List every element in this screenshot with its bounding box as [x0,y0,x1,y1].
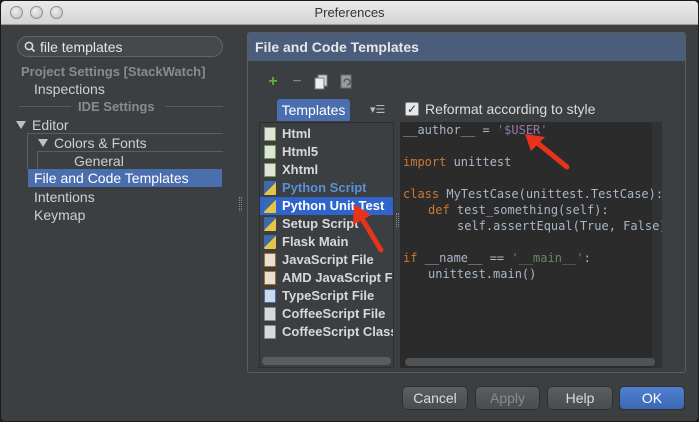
javascript-file-icon [264,271,276,285]
tree-item-colors-fonts-label: Colors & Fonts [54,135,147,151]
html-file-icon [264,163,276,177]
template-list-item[interactable]: Html5 [260,143,393,161]
template-list-item-label: CoffeeScript Class [282,324,394,339]
template-list-item[interactable]: TypeScript File [260,287,393,305]
ide-settings-header: IDE Settings [78,99,155,114]
typescript-file-icon [264,289,276,303]
annotation-arrow-icon [353,204,384,253]
template-list-item-label: Setup Script [282,216,359,231]
tree-guide [37,151,223,169]
title-bar: Preferences [1,1,698,25]
template-list-item-label: Xhtml [282,162,319,177]
cancel-button[interactable]: Cancel [402,386,468,410]
project-settings-header: Project Settings [StackWatch] [21,64,206,79]
tree-item-colors-fonts[interactable]: Colors & Fonts [38,134,147,152]
template-list-item[interactable]: Html [260,125,393,143]
settings-search-input[interactable]: file templates [17,36,223,57]
template-list-item[interactable]: CoffeeScript Class [260,323,394,341]
tree-item-inspections[interactable]: Inspections [34,80,105,98]
list-editor-splitter[interactable] [396,213,399,227]
template-list-item[interactable]: CoffeeScript File [260,305,393,323]
editor-vertical-scrollbar[interactable] [652,122,662,368]
reformat-checkbox[interactable]: ✓ [405,102,419,116]
reset-template-icon[interactable] [338,73,354,91]
annotation-arrow-icon [525,134,570,170]
file-code-templates-panel: File and Code Templates + − Templates ▾☰… [247,32,686,373]
ok-button[interactable]: OK [619,386,685,410]
tree-item-keymap[interactable]: Keymap [34,206,85,224]
sidebar-splitter[interactable] [239,197,242,211]
divider [165,106,223,107]
code-line: if __name__ == '__main__': [403,251,591,265]
html-file-icon [264,127,276,141]
reformat-label: Reformat according to style [425,101,596,117]
tree-item-file-code-templates[interactable]: File and Code Templates [28,169,222,187]
coffeescript-file-icon [264,325,276,339]
javascript-file-icon [264,253,276,267]
apply-button[interactable]: Apply [475,386,540,410]
python-file-icon [264,235,276,249]
template-list-item[interactable]: Python Script [260,179,393,197]
preferences-window: Preferences file templates Project Setti… [0,0,699,422]
html-file-icon [264,145,276,159]
template-list-item-label: TypeScript File [282,288,375,303]
tree-item-editor[interactable]: Editor [16,116,69,134]
template-list-item-label: Html [282,126,311,141]
template-list-item-label: CoffeeScript File [282,306,386,321]
tabs-menu-icon[interactable]: ▾☰ [370,103,394,117]
expand-triangle-icon[interactable] [38,139,48,147]
reformat-checkbox-row[interactable]: ✓ Reformat according to style [405,99,595,119]
tree-item-general[interactable]: General [74,152,124,170]
tab-templates[interactable]: Templates [277,99,350,121]
add-template-icon[interactable]: + [265,73,281,91]
python-file-icon [264,217,276,231]
list-horizontal-scrollbar[interactable] [262,357,391,365]
code-line: self.assertEqual(True, False) [457,219,662,233]
code-line: class MyTestCase(unittest.TestCase): [403,187,662,201]
help-button[interactable]: Help [547,386,613,410]
search-input-value: file templates [40,39,123,55]
copy-template-icon[interactable] [313,73,329,91]
remove-template-icon[interactable]: − [289,73,305,91]
python-file-icon [264,199,276,213]
tree-item-editor-label: Editor [32,117,69,133]
code-line: import unittest [403,155,512,169]
template-list-item-label: Html5 [282,144,319,159]
python-file-icon [264,181,276,195]
editor-horizontal-scrollbar[interactable] [405,358,655,366]
panel-header: File and Code Templates [248,33,685,61]
template-list-item-label: Python Script [282,180,367,195]
code-line: unittest.main() [428,267,537,281]
expand-triangle-icon[interactable] [16,121,26,129]
window-title: Preferences [314,5,385,20]
template-list-item-label: AMD JavaScript Fi [282,270,394,285]
divider [19,106,71,107]
coffeescript-file-icon [264,307,276,321]
template-list-item-label: Flask Main [282,234,349,249]
tree-item-intentions[interactable]: Intentions [34,188,95,206]
template-list-item[interactable]: AMD JavaScript Fi [260,269,394,287]
code-line: def test_something(self): [428,203,609,217]
template-list-item[interactable]: Xhtml [260,161,393,179]
